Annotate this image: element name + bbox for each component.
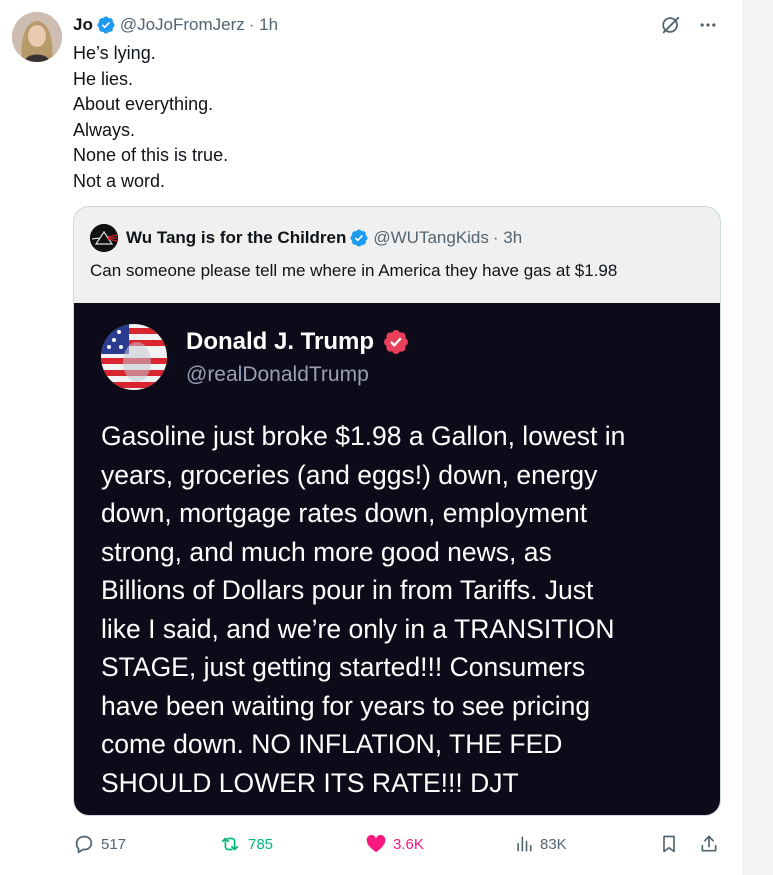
post-time[interactable]: · 1h bbox=[249, 15, 278, 35]
like-count: 3.6K bbox=[393, 835, 424, 853]
embedded-line: Billions of Dollars pour in from Tariffs… bbox=[101, 575, 594, 605]
embedded-line: down, mortgage rates down, employment bbox=[101, 498, 588, 528]
reply-button[interactable]: 517 bbox=[73, 830, 126, 858]
repost-button[interactable]: 785 bbox=[218, 830, 273, 858]
embedded-line: come down. NO INFLATION, THE FED bbox=[101, 729, 563, 759]
reply-icon bbox=[73, 833, 101, 855]
repost-count: 785 bbox=[248, 835, 274, 853]
right-gutter bbox=[742, 0, 773, 875]
tweet-top-actions bbox=[660, 14, 718, 36]
embedded-line: Gasoline just broke $1.98 a Gallon, lowe… bbox=[101, 421, 626, 451]
verified-badge-icon bbox=[96, 15, 116, 35]
tweet-line: None of this is true. bbox=[73, 145, 229, 165]
heart-icon bbox=[365, 833, 393, 855]
embedded-author-handle: @realDonaldTrump bbox=[186, 363, 369, 386]
embedded-line: years, groceries (and eggs!) down, energ… bbox=[101, 459, 598, 490]
quote-time[interactable]: · 3h bbox=[493, 228, 522, 248]
embedded-line: strong, and much more good news, as bbox=[101, 536, 552, 567]
quote-author-name[interactable]: Wu Tang is for the Children bbox=[126, 228, 346, 248]
reply-count: 517 bbox=[101, 835, 127, 853]
tweet-line: Not a word. bbox=[73, 170, 166, 191]
share-button[interactable] bbox=[699, 830, 725, 858]
tweet-line: He lies. bbox=[73, 68, 134, 89]
views-icon bbox=[514, 833, 540, 855]
embedded-line: STAGE, just getting started!!! Consumers bbox=[101, 652, 586, 682]
verified-badge-icon bbox=[349, 228, 369, 248]
embedded-line: like I said, and we’re only in a TRANSIT… bbox=[101, 613, 615, 644]
verified-badge-icon bbox=[382, 328, 410, 356]
avatar[interactable] bbox=[12, 12, 62, 62]
quoted-tweet[interactable]: Wu Tang is for the Children @WUTangKids … bbox=[73, 206, 721, 816]
like-button[interactable]: 3.6K bbox=[365, 830, 424, 858]
embedded-line: SHOULD LOWER ITS RATE!!! DJT bbox=[101, 767, 519, 798]
tweet-text: He’s lying. He lies. About everything. A… bbox=[73, 41, 713, 194]
views-button[interactable]: 83K bbox=[514, 830, 567, 858]
quote-avatar[interactable] bbox=[90, 224, 118, 252]
share-icon bbox=[699, 833, 725, 855]
tweet-line: Always. bbox=[73, 119, 136, 140]
embedded-author-name: Donald J. Trump bbox=[186, 328, 375, 355]
repost-icon bbox=[218, 833, 248, 855]
author-name[interactable]: Jo bbox=[73, 15, 93, 35]
tweet-header: Jo @JoJoFromJerz · 1h bbox=[73, 13, 278, 37]
embedded-post-image[interactable]: Donald J. Trump @realDonaldTrump Gasolin… bbox=[74, 303, 720, 815]
quote-text: Can someone please tell me where in Amer… bbox=[90, 261, 618, 280]
embedded-line: have been waiting for years to see prici… bbox=[101, 690, 591, 721]
bookmark-icon bbox=[659, 833, 685, 855]
more-icon[interactable] bbox=[698, 15, 718, 35]
tweet[interactable]: Jo @JoJoFromJerz · 1h He’s lying. He lie… bbox=[0, 0, 742, 875]
quote-header: Wu Tang is for the Children @WUTangKids … bbox=[90, 224, 522, 252]
embedded-name: Donald J. Trump bbox=[186, 328, 410, 356]
quote-author-handle[interactable]: @WUTangKids bbox=[373, 228, 489, 248]
tweet-line: About everything. bbox=[73, 94, 214, 114]
bookmark-button[interactable] bbox=[659, 830, 685, 858]
grok-icon[interactable] bbox=[660, 14, 682, 36]
views-count: 83K bbox=[540, 835, 567, 853]
embedded-post-text: Gasoline just broke $1.98 a Gallon, lowe… bbox=[101, 417, 701, 802]
embedded-avatar bbox=[101, 324, 167, 390]
tweet-line: He’s lying. bbox=[73, 43, 156, 63]
author-handle[interactable]: @JoJoFromJerz bbox=[120, 15, 245, 35]
action-bar: 517 785 3.6K 83K bbox=[73, 830, 721, 858]
